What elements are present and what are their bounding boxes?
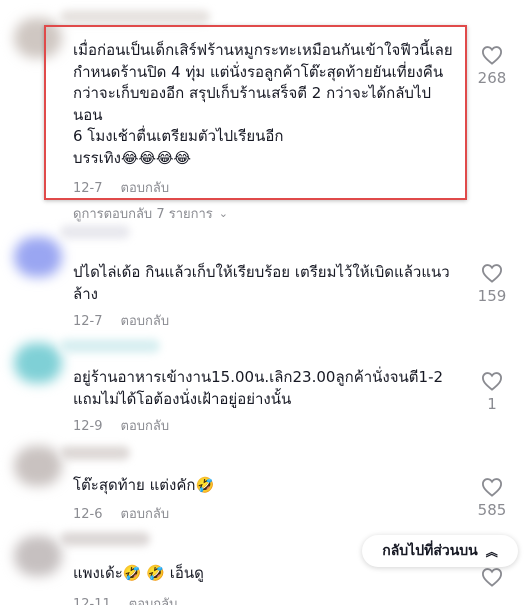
- comment-text: โต๊ะสุดท้าย แต่งคัก🤣: [73, 476, 215, 494]
- avatar[interactable]: [14, 446, 62, 486]
- heart-outline-icon: [481, 264, 503, 283]
- username-blurred: [60, 10, 210, 24]
- username-blurred: [60, 532, 150, 546]
- heart-outline-icon: [481, 46, 503, 65]
- like-button[interactable]: 159: [464, 263, 520, 305]
- view-replies-label: ดูการตอบกลับ 7 รายการ: [73, 207, 213, 222]
- reply-button[interactable]: ตอบกลับ: [129, 597, 178, 605]
- username-blurred: [60, 339, 160, 353]
- avatar[interactable]: [14, 343, 62, 383]
- comment-meta: 12-7 ตอบกลับ: [73, 310, 169, 331]
- chevron-down-icon: ⌄: [218, 207, 228, 220]
- comment-date: 12-9: [73, 419, 103, 434]
- like-button[interactable]: 1: [464, 371, 520, 413]
- comment-date: 12-6: [73, 507, 103, 522]
- back-to-top-label: กลับไปที่ส่วนบน: [382, 543, 478, 559]
- like-count: 268: [477, 69, 507, 87]
- like-button[interactable]: 268: [464, 45, 520, 87]
- heart-outline-icon: [481, 478, 503, 497]
- heart-outline-icon: [481, 372, 503, 391]
- like-button[interactable]: 585: [464, 477, 520, 519]
- avatar[interactable]: [14, 536, 62, 576]
- view-replies-link[interactable]: ดูการตอบกลับ 7 รายการ ⌄: [73, 203, 228, 224]
- comment-meta: 12-6 ตอบกลับ: [73, 503, 169, 524]
- comment-text: อยู่ร้านอาหารเข้างาน15.00น.เลิก23.00ลูกค…: [73, 368, 444, 408]
- username-blurred: [60, 446, 130, 460]
- like-count: 1: [487, 395, 497, 413]
- back-to-top-button[interactable]: กลับไปที่ส่วนบน ︽: [362, 535, 518, 567]
- comment-date: 12-7: [73, 314, 103, 329]
- like-button[interactable]: [464, 567, 520, 587]
- like-count: 585: [477, 501, 507, 519]
- comment-meta: 12-9 ตอบกลับ: [73, 415, 169, 436]
- comment-date: 12-11: [73, 597, 111, 605]
- chevron-up-double-icon: ︽: [485, 544, 498, 559]
- comment-meta: 12-11 ตอบกลับ: [73, 593, 177, 605]
- reply-button[interactable]: ตอบกลับ: [121, 419, 170, 434]
- username-blurred: [60, 225, 130, 239]
- reply-button[interactable]: ตอบกลับ: [121, 507, 170, 522]
- reply-button[interactable]: ตอบกลับ: [121, 314, 170, 329]
- highlight-box: [44, 25, 467, 200]
- comment-text: ปไดไล่เด้อ กินแล้วเก็บให้เรียบร้อย เตรีย…: [73, 263, 450, 303]
- like-count: 159: [477, 287, 507, 305]
- avatar[interactable]: [14, 237, 62, 277]
- heart-outline-icon: [481, 568, 503, 587]
